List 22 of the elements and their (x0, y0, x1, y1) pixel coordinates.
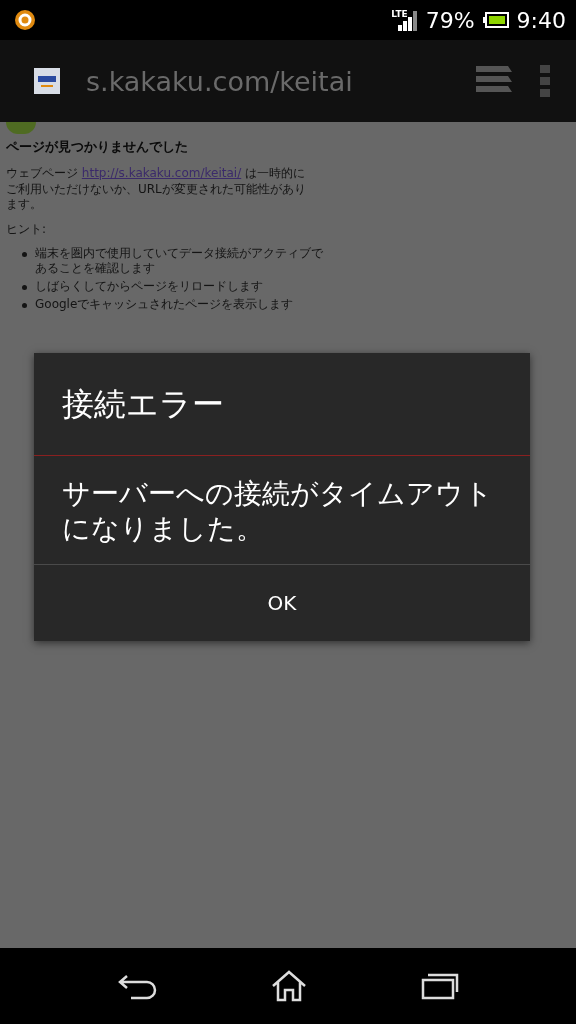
recent-apps-icon[interactable] (421, 972, 459, 1000)
hints-label: ヒント: (6, 220, 48, 238)
dialog-title: 接続エラー (61, 384, 225, 425)
ok-button[interactable]: OK (34, 565, 530, 641)
dialog-message: サーバーへの接続がタイムアウトになりました。 (61, 476, 494, 547)
url-link[interactable]: http://s.kakaku.com/keitai/ (81, 166, 242, 180)
hint-item: 端末を圏内で使用していてデータ接続がアクティブであることを確認します (35, 245, 324, 277)
page-heading: ページが見つかりませんでした (6, 138, 189, 156)
app-notification-icon (14, 9, 36, 31)
error-message: ウェブページ http://s.kakaku.com/keitai/ は一時的にご利用いただけないか、URLが変更された可能性があります。 (6, 166, 306, 213)
battery-percentage: 79% (425, 7, 475, 33)
clock: 9:40 (516, 7, 566, 33)
bullet-icon (22, 302, 27, 308)
network-type: LTE (391, 9, 408, 19)
back-icon[interactable] (117, 972, 157, 1000)
battery-icon (482, 12, 509, 28)
home-icon[interactable] (271, 970, 307, 1002)
site-favicon-icon (34, 68, 60, 94)
hint-item: しばらくしてからページをリロードします (35, 278, 264, 295)
bullet-icon (22, 251, 27, 257)
hint-item: Googleでキャッシュされたページを表示します (35, 296, 295, 313)
bullet-icon (22, 284, 27, 290)
